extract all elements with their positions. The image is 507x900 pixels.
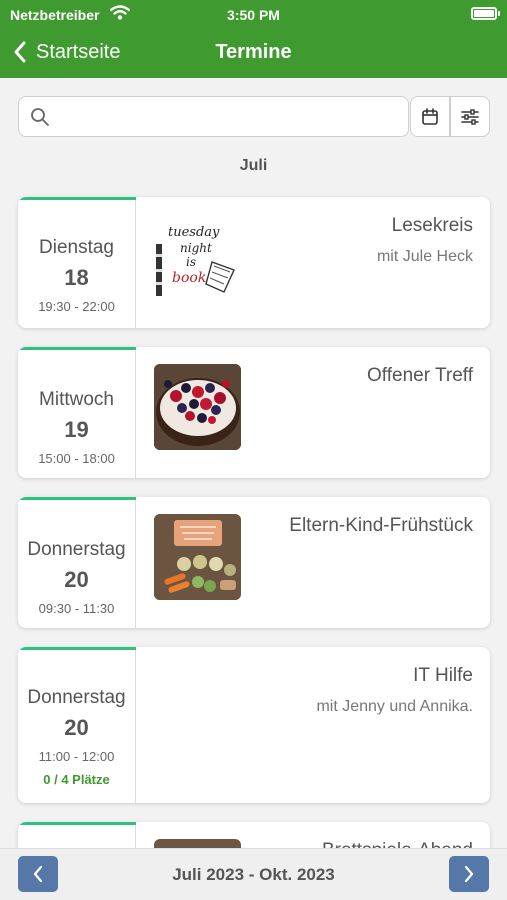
- event-weekday: Dienstag: [39, 237, 114, 258]
- event-card[interactable]: Dienstag 18 19:30 - 22:00 tuesday night …: [18, 197, 490, 328]
- date-range-label: Juli 2023 - Okt. 2023: [172, 865, 335, 884]
- event-date: Dienstag 18 19:30 - 22:00: [18, 197, 136, 328]
- search-input[interactable]: [59, 103, 399, 131]
- event-hours: 19:30 - 22:00: [38, 299, 115, 314]
- event-weekday: Mittwoch: [39, 389, 114, 410]
- event-image: [154, 364, 241, 450]
- accent-bar: [18, 647, 136, 650]
- accent-bar: [18, 347, 136, 350]
- event-title: Eltern-Kind-Frühstück: [289, 515, 473, 536]
- calendar-button[interactable]: [410, 96, 450, 137]
- next-period-button[interactable]: [449, 856, 489, 892]
- pagination-bar: Juli 2023 - Okt. 2023: [0, 848, 507, 900]
- event-day: 20: [64, 715, 89, 740]
- event-day: 18: [64, 265, 89, 290]
- event-weekday: Donnerstag: [27, 687, 126, 708]
- month-header: Juli: [239, 157, 268, 174]
- booked-illustration: tuesday night is booked: [156, 225, 235, 296]
- event-card[interactable]: Donnerstag 20 11:00 - 12:00 0 / 4 Plätze…: [18, 647, 490, 803]
- event-title: Offener Treff: [367, 365, 473, 386]
- calendar-icon: [422, 107, 438, 125]
- event-hours: 15:00 - 18:00: [38, 451, 115, 466]
- search-icon: [31, 108, 49, 126]
- accent-bar: [18, 822, 136, 825]
- event-date: Mittwoch 19 15:00 - 18:00: [18, 347, 136, 478]
- status-bar: Netzbetreiber 3:50 PM: [0, 0, 507, 30]
- navigation-bar: Startseite Termine: [0, 30, 507, 78]
- event-subtitle: mit Jule Heck: [376, 248, 473, 265]
- search-box: [18, 96, 409, 137]
- event-day: 19: [64, 417, 89, 442]
- event-subtitle: mit Jenny und Annika.: [316, 698, 473, 715]
- page-title: Termine: [215, 41, 292, 63]
- event-image: [154, 514, 241, 600]
- breakfast-platter-illustration: [154, 514, 241, 600]
- event-card[interactable]: Mittwoch 19 15:00 - 18:00 Offener Treff: [18, 347, 490, 478]
- clock: 3:50 PM: [227, 7, 280, 23]
- booked-line-1: tuesday: [168, 225, 220, 240]
- event-date: Donnerstag 20 11:00 - 12:00 0 / 4 Plätze: [18, 647, 136, 803]
- berry-cake-illustration: [154, 364, 241, 450]
- event-date: Donnerstag 20 09:30 - 11:30: [18, 497, 136, 628]
- accent-bar: [18, 497, 136, 500]
- booked-line-2: night: [180, 241, 212, 255]
- event-title: IT Hilfe: [413, 665, 473, 686]
- event-hours: 11:00 - 12:00: [38, 749, 115, 764]
- sliders-icon: [461, 108, 479, 125]
- event-card[interactable]: Donnerstag 20 09:30 - 11:30 Eltern-Kind-…: [18, 497, 490, 628]
- event-weekday: Donnerstag: [27, 539, 126, 560]
- chevron-right-icon: [464, 865, 474, 883]
- battery-icon: [471, 7, 500, 20]
- event-title: Lesekreis: [391, 215, 473, 236]
- event-image: tuesday night is booked: [154, 214, 241, 300]
- event-day: 20: [64, 567, 89, 592]
- event-places: 0 / 4 Plätze: [43, 772, 110, 787]
- accent-bar: [18, 197, 136, 200]
- filter-button[interactable]: [450, 96, 490, 137]
- event-hours: 09:30 - 11:30: [38, 601, 115, 616]
- booked-line-3: is: [186, 255, 196, 269]
